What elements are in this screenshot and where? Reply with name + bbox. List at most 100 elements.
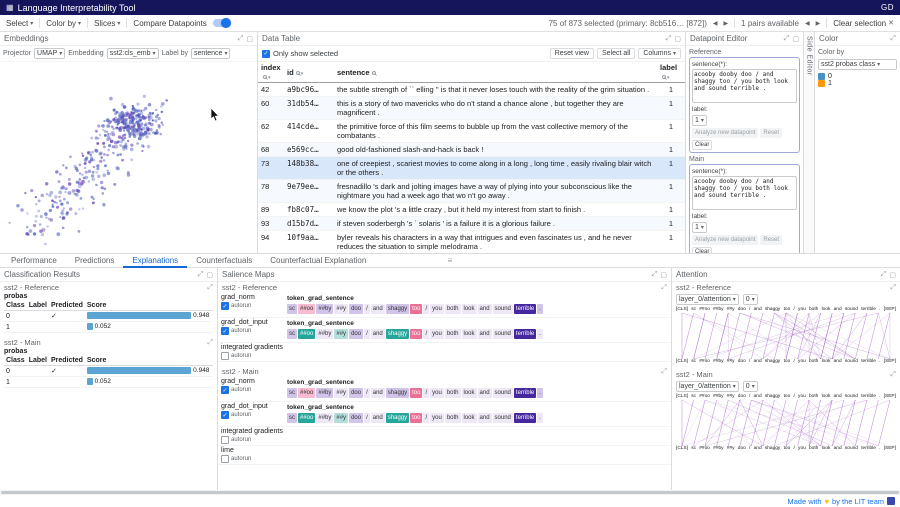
color-by-select[interactable]: sst2 probas class▾ [818, 59, 897, 70]
maximize-icon[interactable]: ▢ [674, 35, 681, 43]
search-icon[interactable] [372, 71, 376, 75]
expand-icon[interactable]: ⤢ [666, 35, 672, 43]
expand-icon[interactable]: ⤢ [661, 368, 667, 376]
autorun-checkbox[interactable]: autorun [221, 352, 287, 360]
embedding-select[interactable]: sst2:cls_emb▾ [107, 48, 159, 59]
next-pair-icon[interactable]: ▶ [816, 20, 821, 27]
prev-datapoint-icon[interactable]: ◀ [713, 20, 718, 27]
legend-item: 0 [818, 73, 897, 80]
head-select[interactable]: 0▾ [743, 294, 758, 305]
side-editor-tab[interactable]: Side Editor [804, 32, 815, 253]
embedding-scatter-plot[interactable] [0, 62, 257, 253]
score-bar [87, 367, 191, 374]
expand-icon[interactable]: ⤢ [784, 35, 790, 43]
attention-token: / [749, 394, 750, 400]
projector-select[interactable]: UMAP▾ [34, 48, 65, 59]
tab-explanations[interactable]: Explanations [123, 254, 187, 268]
table-row[interactable]: 93d15b7d…if steven soderbergh 's ` solar… [258, 217, 685, 231]
expand-icon[interactable]: ⤢ [652, 271, 658, 279]
maximize-icon[interactable]: ▢ [246, 35, 253, 43]
layer-select[interactable]: layer_0/attention▾ [676, 381, 739, 392]
sort-icon[interactable]: ▾ [301, 71, 304, 77]
expand-icon[interactable]: ⤢ [890, 371, 896, 379]
table-row[interactable]: 89fb8c07…we know the plot 's a little cr… [258, 203, 685, 217]
maximize-icon[interactable]: ▢ [206, 271, 213, 279]
tab-predictions[interactable]: Predictions [66, 254, 124, 268]
table-row[interactable]: 6031db54…this is a story of two maverick… [258, 97, 685, 120]
attention-token: . [879, 446, 880, 452]
color-by-label: Color by [818, 49, 897, 56]
tab-counterfactual-explanation[interactable]: Counterfactual Explanation [261, 254, 375, 268]
layer-select[interactable]: layer_0/attention▾ [676, 294, 739, 305]
sort-icon[interactable]: ▾ [268, 75, 271, 81]
scrollbar-thumb[interactable] [1, 491, 899, 494]
expand-icon[interactable]: ⤢ [661, 284, 667, 292]
maximize-icon[interactable]: ▢ [792, 35, 799, 43]
expand-icon[interactable]: ⤢ [198, 271, 204, 279]
analyze-new-datapoint-button[interactable]: Analyze new datapoint [692, 235, 758, 245]
columns-button[interactable]: Columns▾ [638, 48, 681, 59]
only-show-selected-checkbox[interactable]: ✓ Only show selected [262, 49, 338, 58]
head-select[interactable]: 0▾ [743, 381, 758, 392]
label-select[interactable]: 1▾ [692, 222, 707, 233]
reset-button[interactable]: Reset [760, 235, 782, 245]
search-icon[interactable] [263, 75, 267, 79]
color-by-menu[interactable]: Color by▾ [46, 19, 81, 28]
maximize-icon[interactable]: ▢ [660, 271, 667, 279]
expand-icon[interactable]: ⤢ [890, 284, 896, 292]
compare-datapoints-toggle[interactable] [213, 19, 230, 27]
salience-token: doo [349, 388, 363, 398]
autorun-checkbox[interactable]: ✓autorun [221, 327, 287, 335]
prev-pair-icon[interactable]: ◀ [805, 20, 810, 27]
autorun-checkbox[interactable]: autorun [221, 455, 287, 463]
apps-grid-icon[interactable]: ▦ [6, 3, 14, 12]
label-by-select[interactable]: sentence▾ [191, 48, 230, 59]
drag-handle-icon[interactable]: ≡ [448, 256, 453, 265]
search-icon[interactable] [662, 75, 666, 79]
expand-icon[interactable]: ⤢ [207, 284, 213, 292]
analyze-new-datapoint-button[interactable]: Analyze new datapoint [692, 128, 758, 138]
column-header-sentence[interactable]: sentence [334, 62, 657, 83]
next-datapoint-icon[interactable]: ▶ [724, 20, 729, 27]
table-row[interactable]: 68e569cc…good old-fashioned slash-and-ha… [258, 143, 685, 157]
expand-icon[interactable]: ⤢ [207, 339, 213, 347]
clear-button[interactable]: Clear [692, 140, 712, 150]
table-row[interactable]: 789e79ee…fresnadillo 's dark and jolting… [258, 180, 685, 203]
label-select[interactable]: 1▾ [692, 115, 707, 126]
table-row[interactable]: 9410f9aa…byler reveals his characters in… [258, 231, 685, 254]
autorun-checkbox[interactable]: ✓autorun [221, 302, 287, 310]
footer: Made with ♥ by the LIT team [0, 495, 900, 507]
select-menu[interactable]: Select▾ [6, 19, 33, 28]
autorun-checkbox[interactable]: autorun [221, 436, 287, 444]
sort-icon[interactable]: ▾ [667, 75, 670, 81]
autorun-checkbox[interactable]: ✓autorun [221, 386, 287, 394]
tab-counterfactuals[interactable]: Counterfactuals [187, 254, 261, 268]
clear-button[interactable]: Clear [692, 247, 712, 253]
expand-icon[interactable]: ⤢ [890, 35, 896, 43]
table-row[interactable]: 42a9bc96…the subtle strength of `` ellin… [258, 83, 685, 97]
reset-view-button[interactable]: Reset view [550, 48, 594, 59]
search-icon[interactable] [296, 71, 300, 75]
table-row[interactable]: 62414cde…the primitive force of this fil… [258, 120, 685, 143]
autorun-checkbox[interactable]: ✓autorun [221, 411, 287, 419]
maximize-icon[interactable]: ▢ [889, 271, 896, 279]
data-table-scroll-area[interactable]: index▾id▾sentencelabel▾ 42a9bc96…the sub… [258, 62, 685, 253]
expand-icon[interactable]: ⤢ [238, 35, 244, 43]
table-row[interactable]: 73148b38…one of creepiest , scariest mov… [258, 157, 685, 180]
footer-team[interactable]: by the LIT team [832, 497, 884, 506]
column-header-label[interactable]: label▾ [657, 62, 685, 83]
clear-selection-button[interactable]: Clear selection✕ [833, 19, 894, 28]
tab-performance[interactable]: Performance [2, 254, 66, 268]
sentence-input[interactable] [692, 69, 797, 103]
user-avatar[interactable]: GD [881, 3, 894, 12]
expand-icon[interactable]: ⤢ [881, 271, 887, 279]
slices-menu[interactable]: Slices▾ [94, 19, 120, 28]
attention-token: sound [845, 446, 858, 452]
sentence-input[interactable] [692, 176, 797, 210]
column-header-id[interactable]: id▾ [284, 62, 334, 83]
horizontal-scrollbar[interactable] [0, 490, 900, 495]
reset-button[interactable]: Reset [760, 128, 782, 138]
attention-token: shaggy [765, 307, 780, 313]
select-all-button[interactable]: Select all [597, 48, 635, 59]
column-header-index[interactable]: index▾ [258, 62, 284, 83]
